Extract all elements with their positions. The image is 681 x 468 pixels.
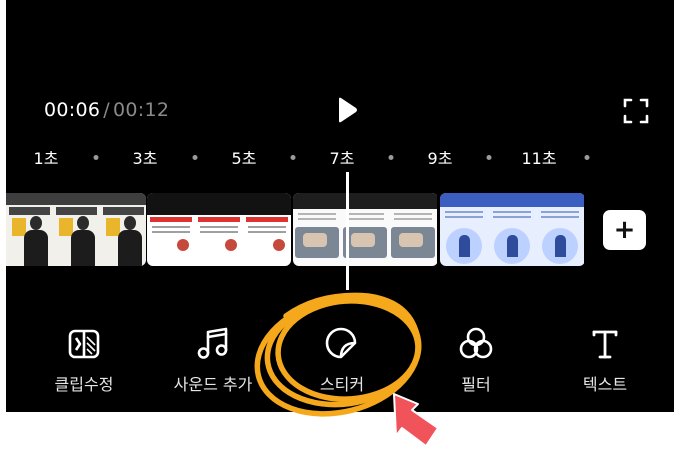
- clip-thumbnail: [536, 193, 584, 266]
- music-icon: [197, 327, 228, 359]
- fullscreen-icon: [623, 98, 649, 124]
- fullscreen-button[interactable]: [622, 97, 650, 125]
- ruler-label: 1초: [33, 149, 59, 168]
- ruler-label: 5초: [231, 149, 257, 168]
- clip-thumbnail: [53, 193, 100, 266]
- ruler-dot: [388, 155, 394, 160]
- sticker-icon: [325, 327, 357, 359]
- tool-add-sound[interactable]: 사운드 추가: [153, 326, 273, 395]
- tool-label: 필터: [461, 375, 491, 394]
- time-ruler: 1초 3초 5초 7초 9초 11초: [6, 145, 674, 171]
- ruler-dot: [584, 155, 590, 160]
- clip-thumbnail: [440, 193, 488, 266]
- ruler-dot: [290, 155, 296, 160]
- ruler-dot: [486, 155, 492, 160]
- clip-thumbnail: [195, 193, 243, 266]
- filter-icon: [459, 327, 493, 359]
- timeline-clip-blue[interactable]: [440, 193, 585, 266]
- tool-sticker[interactable]: 스티커: [282, 326, 402, 395]
- ruler-dot: [93, 155, 99, 160]
- time-display: 00:06/00:12: [44, 99, 169, 121]
- ruler-label: 7초: [329, 149, 355, 168]
- play-button[interactable]: [334, 96, 360, 124]
- video-editor-screen: 00:06/00:12 1초 3초 5초 7초 9초 11초 + 클립수정 사운…: [6, 0, 674, 412]
- tool-text[interactable]: 텍스트: [545, 326, 665, 395]
- add-clip-button[interactable]: +: [603, 210, 646, 250]
- tool-clip-edit[interactable]: 클립수정: [24, 326, 144, 395]
- clip-edit-icon: [68, 329, 100, 359]
- ruler-label: 9초: [427, 149, 453, 168]
- current-time: 00:06: [44, 99, 101, 121]
- clip-thumbnail: [389, 193, 437, 266]
- total-time: 00:12: [112, 99, 170, 121]
- tool-label: 스티커: [319, 375, 365, 394]
- clip-thumbnail: [293, 193, 341, 266]
- tool-label: 사운드 추가: [173, 375, 253, 394]
- tool-label: 클립수정: [54, 375, 114, 394]
- ruler-dot: [192, 155, 198, 160]
- clip-thumbnail: [488, 193, 536, 266]
- timeline-clip-desk[interactable]: [293, 193, 438, 266]
- timeline-clip-person[interactable]: [6, 193, 146, 266]
- tool-label: 텍스트: [582, 375, 628, 394]
- clip-thumbnail: [147, 193, 195, 266]
- tool-filter[interactable]: 필터: [416, 326, 536, 395]
- ruler-label: 11초: [521, 149, 557, 168]
- ruler-label: 3초: [132, 149, 158, 168]
- clip-thumbnail: [100, 193, 146, 266]
- text-icon: [592, 330, 618, 359]
- plus-icon: +: [613, 215, 636, 245]
- clip-thumbnail: [6, 193, 53, 266]
- play-icon: [339, 97, 357, 123]
- timeline-clip-warning[interactable]: [147, 193, 291, 266]
- time-separator: /: [103, 99, 110, 121]
- playhead[interactable]: [346, 172, 349, 290]
- clip-thumbnail: [243, 193, 291, 266]
